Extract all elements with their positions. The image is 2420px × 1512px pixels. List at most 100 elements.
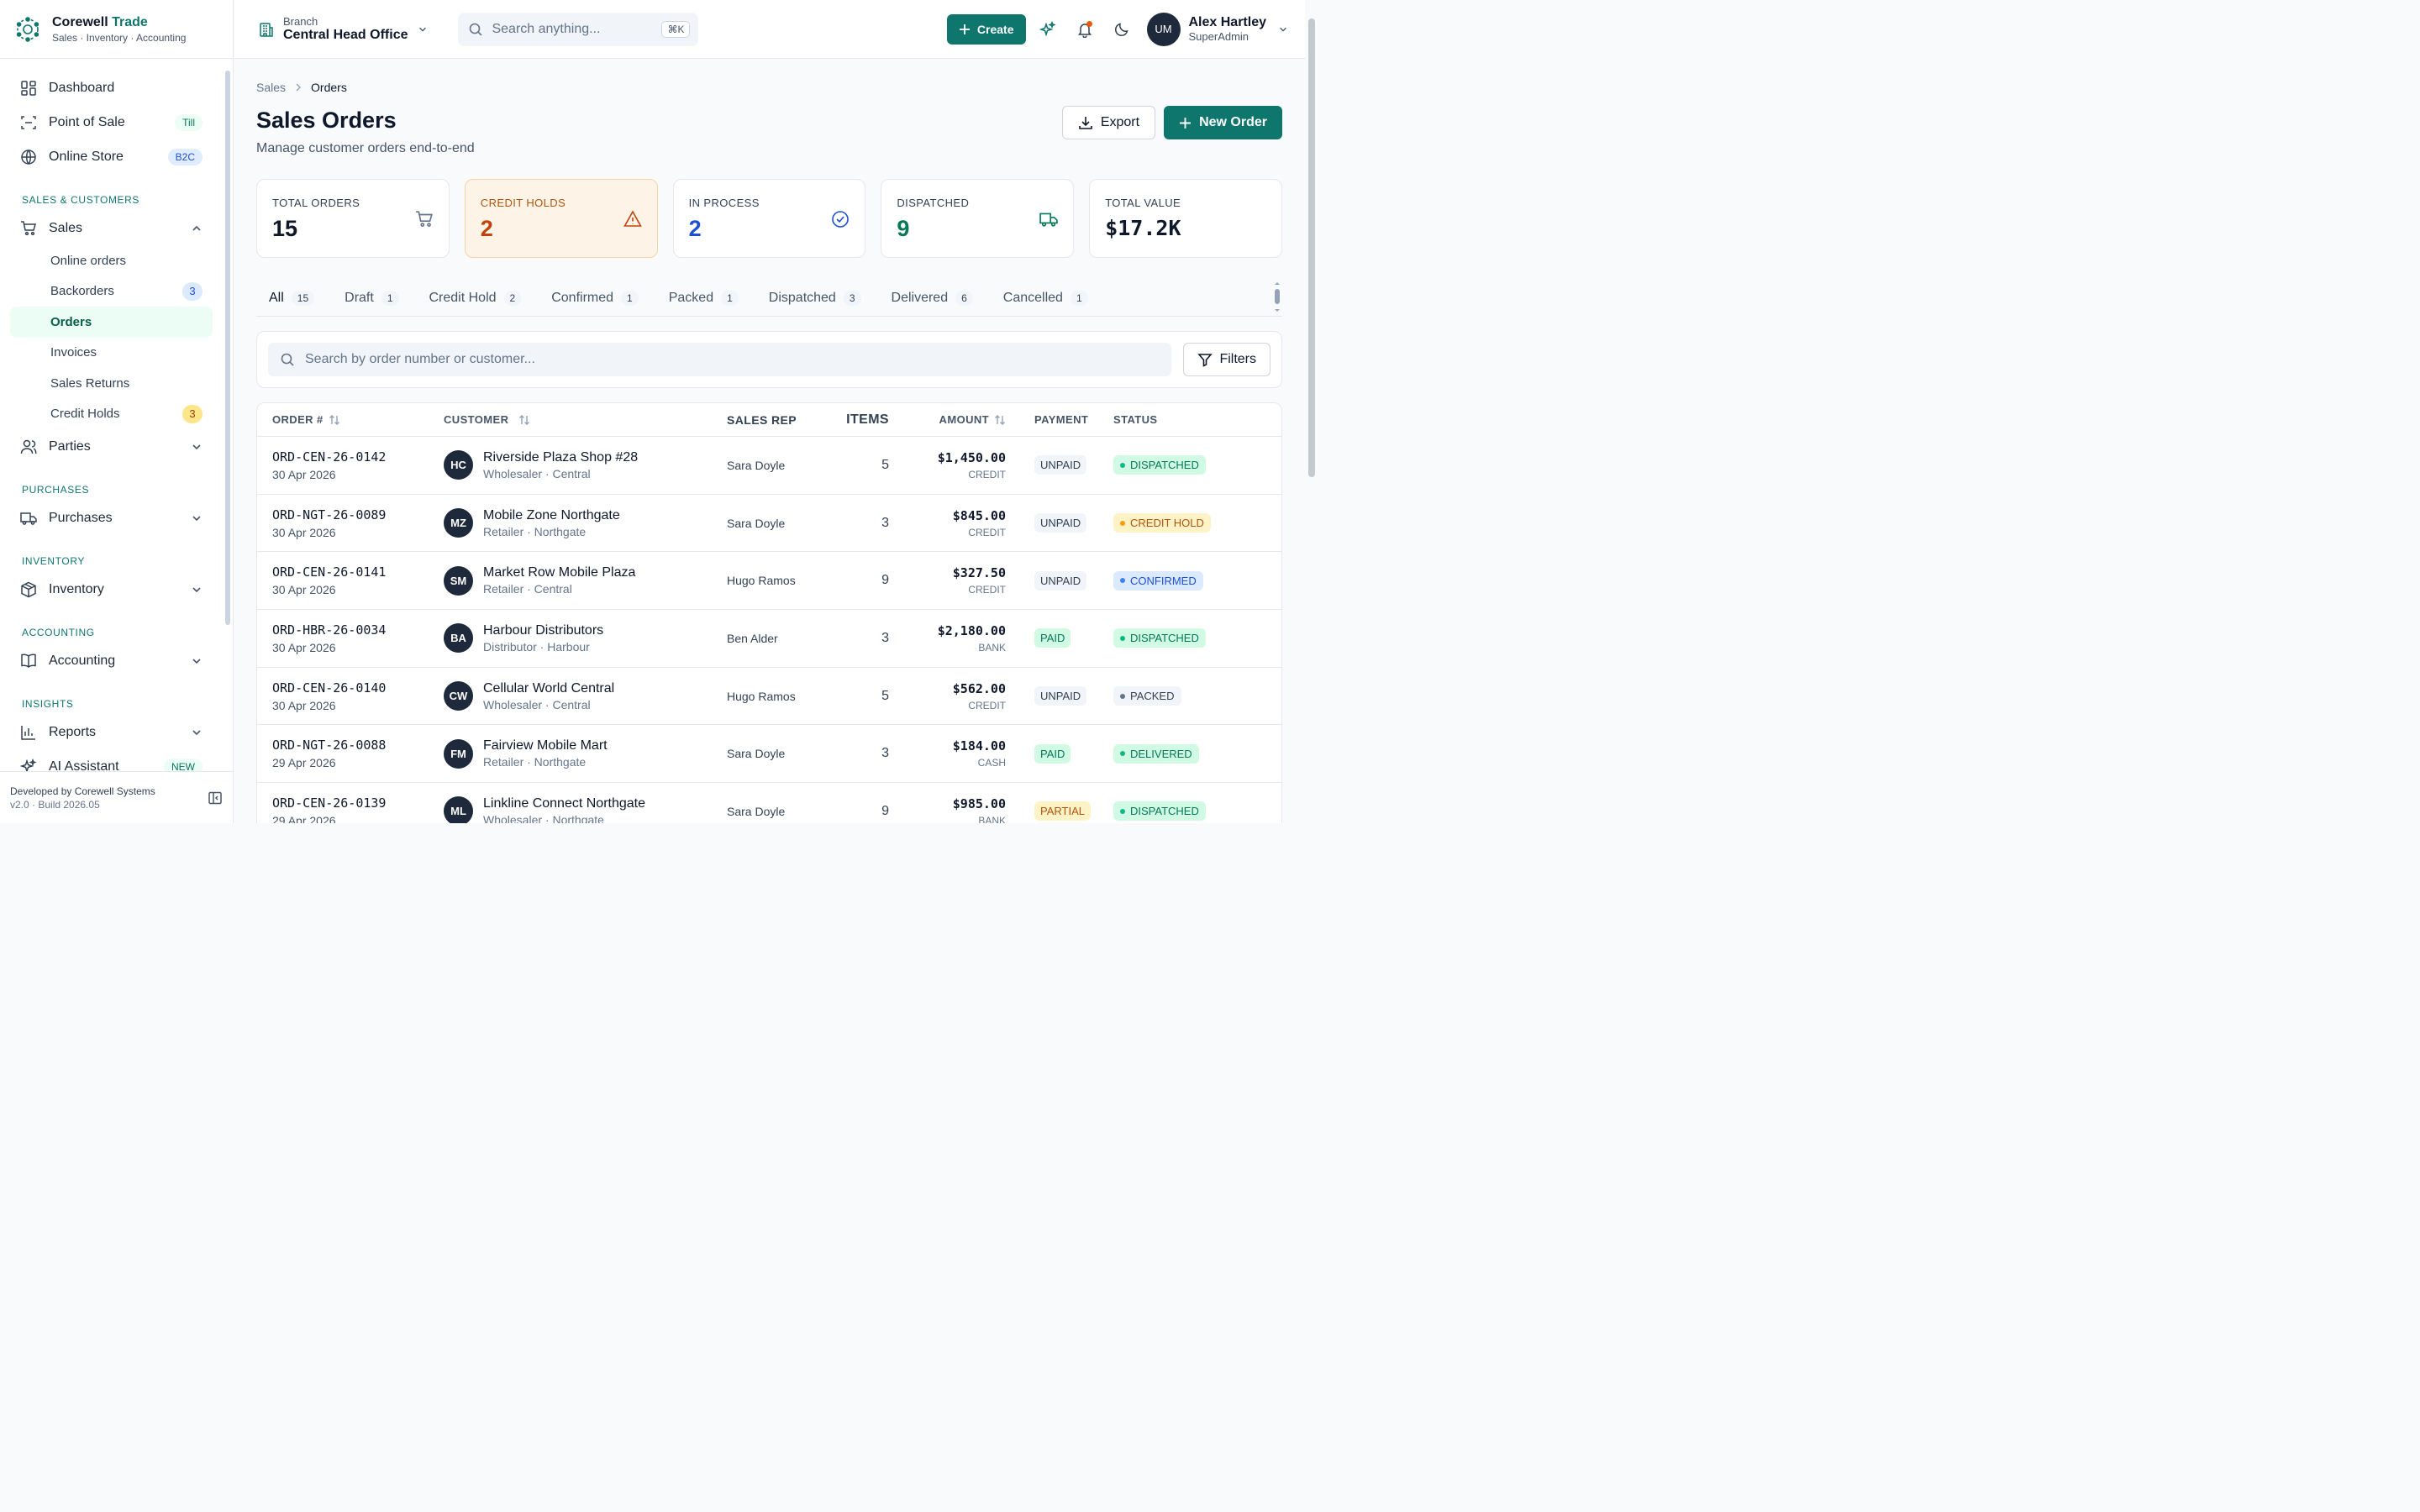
- sort-icon: [329, 414, 340, 426]
- sidebar-item-reports[interactable]: Reports: [10, 715, 213, 749]
- tab-credit-hold[interactable]: Credit Hold 2: [417, 281, 534, 315]
- stat-total-orders[interactable]: TOTAL ORDERS 15: [256, 179, 450, 258]
- customer-meta: Wholesaler · Northgate: [483, 812, 604, 823]
- customer-name[interactable]: Cellular World Central: [483, 681, 614, 696]
- tab-delivered[interactable]: Delivered 6: [879, 281, 986, 315]
- sidebar-item-backorders[interactable]: Backorders 3: [10, 276, 213, 307]
- order-number[interactable]: ORD-CEN-26-0142: [272, 449, 444, 465]
- tab-draft[interactable]: Draft 1: [332, 281, 411, 315]
- sidebar-item-online-store[interactable]: Online Store B2C: [10, 139, 213, 174]
- user-menu[interactable]: UM Alex Hartley SuperAdmin: [1146, 12, 1289, 46]
- table-row[interactable]: ORD-CEN-26-0140 30 Apr 2026 CW Cellular Wor…: [257, 668, 1281, 726]
- sidebar-item-parties[interactable]: Parties: [10, 429, 213, 464]
- order-number[interactable]: ORD-NGT-26-0088: [272, 738, 444, 753]
- sidebar-item-sales-returns[interactable]: Sales Returns: [10, 368, 213, 399]
- customer-name[interactable]: Linkline Connect Northgate: [483, 796, 645, 811]
- create-button[interactable]: Create: [946, 13, 1026, 45]
- chevron-down-icon: [418, 24, 428, 34]
- till-badge: Till: [175, 113, 203, 131]
- sidebar-item-label: AI Assistant: [49, 759, 119, 772]
- status-dot: [1120, 520, 1125, 526]
- customer-name[interactable]: Harbour Distributors: [483, 623, 603, 638]
- order-number[interactable]: ORD-CEN-26-0140: [272, 680, 444, 696]
- stat-value: 2: [688, 216, 702, 241]
- sidebar-scroll-thumb[interactable]: [225, 71, 230, 625]
- tab-packed[interactable]: Packed 1: [656, 281, 751, 315]
- customer-meta: Retailer · Central: [483, 582, 572, 596]
- page-scroll-thumb[interactable]: [1308, 18, 1315, 477]
- stat-in-process[interactable]: IN PROCESS 2: [672, 179, 866, 258]
- amount-value: $2,180.00: [937, 622, 1006, 638]
- sidebar-item-sales[interactable]: Sales: [10, 211, 213, 245]
- payment-badge: UNPAID: [1034, 513, 1087, 533]
- sales-rep: Sara Doyle: [727, 747, 786, 761]
- sidebar-item-label: Point of Sale: [49, 114, 125, 129]
- sidebar: Corewell Trade Sales · Inventory · Accou…: [0, 0, 234, 823]
- order-search-input[interactable]: Search by order number or customer...: [268, 343, 1172, 376]
- customer-avatar: FM: [444, 738, 473, 769]
- new-order-button[interactable]: New Order: [1164, 106, 1282, 139]
- table-row[interactable]: ORD-NGT-26-0089 30 Apr 2026 MZ Mobile Zone …: [257, 495, 1281, 553]
- export-button[interactable]: Export: [1061, 106, 1156, 139]
- sidebar-item-purchases[interactable]: Purchases: [10, 501, 213, 535]
- customer-name[interactable]: Fairview Mobile Mart: [483, 738, 608, 753]
- section-insights: INSIGHTS: [22, 698, 74, 710]
- status-cell: CONFIRMED: [1113, 570, 1281, 591]
- tab-dispatched[interactable]: Dispatched 3: [756, 281, 874, 315]
- sidebar-item-invoices[interactable]: Invoices: [10, 338, 213, 369]
- notifications-button[interactable]: [1066, 14, 1103, 45]
- stat-label: IN PROCESS: [688, 197, 760, 209]
- status-label: DISPATCHED: [1130, 459, 1199, 472]
- breadcrumb-sales[interactable]: Sales: [256, 81, 286, 94]
- tab-count: 1: [381, 291, 399, 306]
- payment-badge: PARTIAL: [1034, 801, 1091, 822]
- sidebar-item-orders[interactable]: Orders: [10, 307, 213, 338]
- chevron-down-icon: [191, 655, 203, 667]
- order-number[interactable]: ORD-CEN-26-0139: [272, 795, 444, 811]
- ai-sparkle-button[interactable]: [1029, 14, 1066, 45]
- order-number[interactable]: ORD-HBR-26-0034: [272, 622, 444, 638]
- tab-cancelled[interactable]: Cancelled 1: [991, 281, 1101, 315]
- tab-all[interactable]: All 15: [256, 281, 327, 315]
- table-row[interactable]: ORD-CEN-26-0142 30 Apr 2026 HC Riverside Pl…: [257, 437, 1281, 495]
- sidebar-item-pos[interactable]: Point of Sale Till: [10, 105, 213, 139]
- sidebar-item-accounting[interactable]: Accounting: [10, 643, 213, 678]
- sidebar-item-ai-assistant[interactable]: AI Assistant NEW: [10, 749, 213, 771]
- col-customer[interactable]: CUSTOMER: [444, 413, 727, 426]
- order-number[interactable]: ORD-CEN-26-0141: [272, 564, 444, 580]
- sidebar-item-credit-holds[interactable]: Credit Holds 3: [10, 399, 213, 430]
- table-row[interactable]: ORD-CEN-26-0139 29 Apr 2026 ML Linkline Con…: [257, 783, 1281, 823]
- page-scrollbar[interactable]: [1305, 0, 1318, 823]
- sidebar-item-online-orders[interactable]: Online orders: [10, 245, 213, 276]
- global-search-input[interactable]: Search anything... ⌘K: [458, 12, 699, 46]
- tab-confirmed[interactable]: Confirmed 1: [539, 281, 651, 315]
- status-tabs: All 15 Draft 1 Credit Hold 2 Confirmed 1 Pac…: [256, 281, 1282, 317]
- stat-credit-holds[interactable]: CREDIT HOLDS 2: [464, 179, 658, 258]
- tab-label: Confirmed: [551, 291, 614, 305]
- brand[interactable]: Corewell Trade Sales · Inventory · Accou…: [0, 0, 233, 59]
- theme-toggle-button[interactable]: [1103, 14, 1140, 45]
- branch-selector[interactable]: Branch Central Head Office: [258, 15, 428, 43]
- customer-avatar: CW: [444, 681, 473, 711]
- sidebar-scrollbar[interactable]: [225, 66, 230, 771]
- customer-name[interactable]: Riverside Plaza Shop #28: [483, 450, 638, 465]
- customer-name[interactable]: Market Row Mobile Plaza: [483, 565, 635, 580]
- section-purchases: PURCHASES: [22, 484, 90, 496]
- table-row[interactable]: ORD-CEN-26-0141 30 Apr 2026 SM Market Row M…: [257, 552, 1281, 611]
- stat-total-value[interactable]: TOTAL VALUE $17.2K: [1089, 179, 1282, 258]
- customer-name[interactable]: Mobile Zone Northgate: [483, 508, 620, 523]
- branch-label: Branch: [283, 15, 318, 28]
- order-number[interactable]: ORD-NGT-26-0089: [272, 507, 444, 522]
- customer-avatar: HC: [444, 450, 473, 480]
- table-row[interactable]: ORD-NGT-26-0088 29 Apr 2026 FM Fairview Mob…: [257, 725, 1281, 784]
- filters-button[interactable]: Filters: [1183, 343, 1270, 376]
- table-row[interactable]: ORD-HBR-26-0034 30 Apr 2026 BA Harbour Dist…: [257, 610, 1281, 668]
- col-order[interactable]: ORDER #: [257, 413, 444, 426]
- collapse-sidebar-icon[interactable]: [208, 790, 223, 806]
- truck-icon: [1039, 210, 1058, 228]
- sidebar-item-dashboard[interactable]: Dashboard: [10, 71, 213, 105]
- stat-dispatched[interactable]: DISPATCHED 9: [881, 179, 1075, 258]
- tabs-scrollbar[interactable]: [1274, 281, 1281, 313]
- col-amount[interactable]: AMOUNT: [889, 413, 1006, 426]
- sidebar-item-inventory[interactable]: Inventory: [10, 572, 213, 606]
